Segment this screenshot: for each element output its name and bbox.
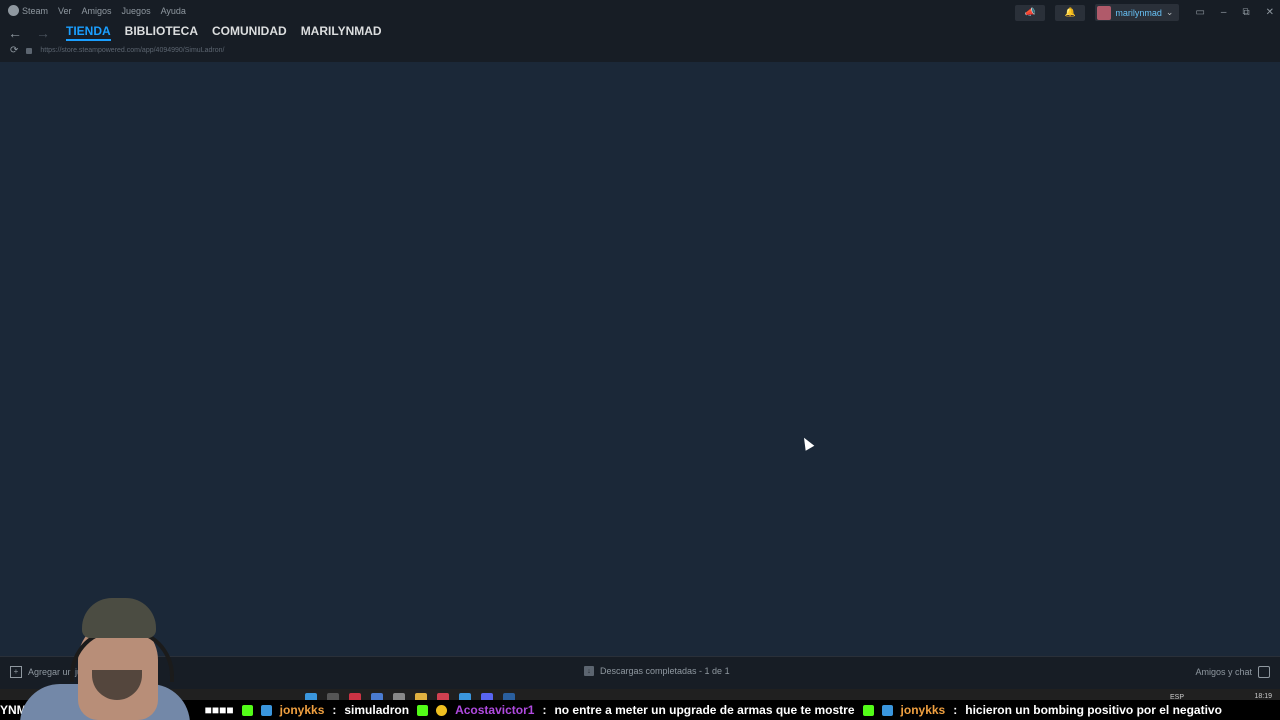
avatar [1097, 5, 1112, 20]
kick-icon [862, 704, 874, 716]
url-bar: ⟳ https://store.steampowered.com/app/409… [10, 45, 224, 56]
forward-arrow-icon[interactable]: → [36, 25, 50, 41]
menu-bar: Steam Ver Amigos Juegos Ayuda [8, 5, 186, 16]
downloads-button[interactable]: ↓ Descargas completadas - 1 de 1 [584, 666, 730, 676]
chat-username: jonykks [900, 703, 946, 717]
steam-logo-icon [8, 5, 19, 16]
window-controls: ▭ – ⧉ ✕ [1195, 7, 1274, 18]
badge-icon [260, 704, 272, 716]
maximize-icon[interactable]: ⧉ [1242, 7, 1249, 18]
big-picture-icon[interactable]: ▭ [1195, 7, 1204, 18]
tab-profile[interactable]: MARILYNMAD [301, 24, 382, 41]
megaphone-icon: 📣 [1024, 7, 1036, 17]
chat-message: simuladron [344, 703, 410, 717]
notifications-button[interactable]: 🔔 [1055, 4, 1086, 21]
menu-item-juegos[interactable]: Juegos [122, 6, 151, 16]
minimize-icon[interactable]: – [1221, 7, 1227, 18]
kick-icon [417, 704, 429, 716]
menu-item-ver[interactable]: Ver [58, 6, 72, 16]
tab-tienda[interactable]: TIENDA [66, 24, 111, 41]
menu-item-ayuda[interactable]: Ayuda [161, 6, 186, 16]
back-arrow-icon[interactable]: ← [8, 25, 22, 41]
announcements-button[interactable]: 📣 [1015, 4, 1046, 21]
ticker-blocks: ■■■■ [204, 703, 234, 717]
chat-username: Acostavictor1 [455, 703, 535, 717]
chat-message: hicieron un bombing positivo por el nega… [965, 703, 1222, 717]
badge-icon [881, 704, 893, 716]
webcam-cap [82, 598, 156, 638]
main-nav: ← → TIENDA BIBLIOTECA COMUNIDAD MARILYNM… [8, 24, 382, 41]
chat-icon [1258, 666, 1270, 678]
stream-chat-ticker: YNM ■■■■ jonykks: simuladron Acostavicto… [0, 700, 1280, 720]
tab-comunidad[interactable]: COMUNIDAD [212, 24, 287, 41]
url-text[interactable]: https://store.steampowered.com/app/40949… [40, 47, 224, 54]
titlebar-controls: 📣 🔔 marilynmad ⌄ ▭ – ⧉ ✕ [1015, 4, 1280, 21]
menu-item-steam[interactable]: Steam [8, 5, 48, 16]
bell-icon: 🔔 [1064, 7, 1076, 17]
badge-icon [436, 704, 448, 716]
reload-icon[interactable]: ⟳ [10, 45, 18, 56]
username: marilynmad [1115, 7, 1162, 18]
bottom-bar: + Agregar un ju ↓ Descargas completadas … [0, 656, 1280, 689]
menu-item-amigos[interactable]: Amigos [82, 6, 112, 16]
tab-biblioteca[interactable]: BIBLIOTECA [125, 24, 198, 41]
lock-icon [26, 47, 33, 54]
steam-titlebar: Steam Ver Amigos Juegos Ayuda ← → TIENDA… [0, 0, 1280, 62]
downloads-label: Descargas completadas - 1 de 1 [600, 666, 730, 676]
close-icon[interactable]: ✕ [1266, 7, 1274, 18]
chevron-down-icon: ⌄ [1165, 7, 1174, 17]
chat-username: jonykks [279, 703, 325, 717]
account-menu-button[interactable]: marilynmad ⌄ [1095, 4, 1180, 21]
nav-tabs: TIENDA BIBLIOTECA COMUNIDAD MARILYNMAD [66, 24, 382, 41]
clock[interactable]: 18:19 [1254, 693, 1272, 700]
store-page-content [0, 62, 1280, 656]
friends-label: Amigos y chat [1195, 667, 1252, 677]
chat-message: no entre a meter un upgrade de armas que… [554, 703, 855, 717]
kick-icon [241, 704, 253, 716]
friends-chat-button[interactable]: Amigos y chat [1195, 666, 1270, 678]
download-icon: ↓ [584, 666, 594, 676]
webcam-overlay [0, 598, 190, 720]
